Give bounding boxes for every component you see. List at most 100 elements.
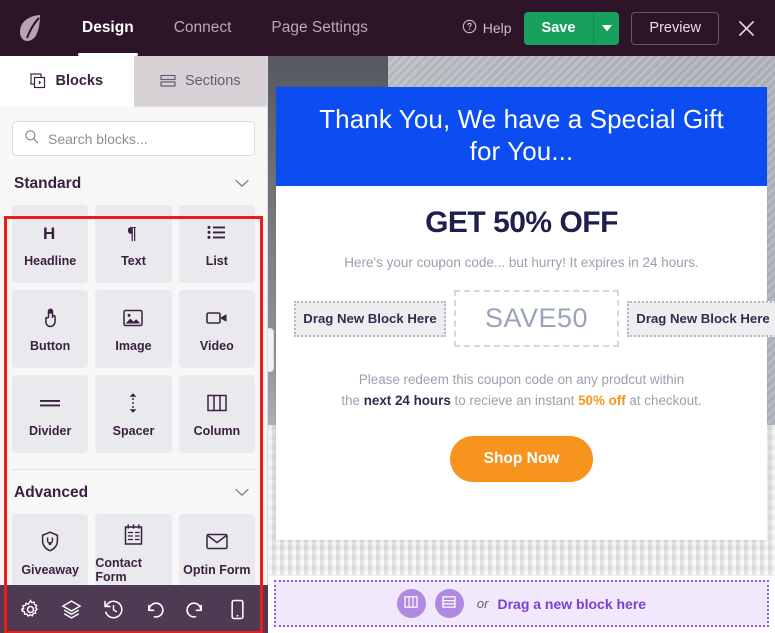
envelope-icon <box>206 530 228 554</box>
blocks-icon <box>30 73 46 89</box>
card-body: GET 50% OFF Here's your coupon code... b… <box>276 186 775 482</box>
redeem-line-2-post: at checkout. <box>625 393 702 409</box>
advanced-blocks-grid: Giveaway Contact Form Optin Form <box>0 514 267 592</box>
offer-title[interactable]: GET 50% OFF <box>294 206 749 240</box>
shop-now-button[interactable]: Shop Now <box>449 435 594 482</box>
block-tile-label: Headline <box>24 253 77 268</box>
save-button-group: Save <box>523 11 620 45</box>
panel-collapse-handle[interactable] <box>268 328 274 372</box>
blocks-list: Standard H Headline ¶ Text List Button I… <box>0 161 267 593</box>
chevron-down-icon <box>601 19 612 37</box>
nav-label: Page Settings <box>271 19 368 36</box>
redeem-line-1: Please redeem this coupon code on any pr… <box>358 372 685 388</box>
gear-icon[interactable] <box>20 598 41 620</box>
nav-label: Design <box>82 19 134 36</box>
block-tile-label: Column <box>193 423 241 438</box>
block-tile-column[interactable]: Column <box>178 375 255 453</box>
chevron-down-icon[interactable] <box>235 175 249 193</box>
footer-dropzone[interactable]: or Drag a new block here <box>274 580 769 627</box>
dropzone-label: Drag New Block Here <box>303 311 437 327</box>
tab-label: Blocks <box>55 73 104 89</box>
page-editor: Design Connect Page Settings Help Save P… <box>0 0 775 633</box>
add-section-button[interactable] <box>434 589 464 618</box>
redo-icon[interactable] <box>185 599 206 620</box>
giveaway-trophy-icon <box>40 530 60 554</box>
block-tile-button[interactable]: Button <box>12 290 89 368</box>
redeem-line-2-mid: to recieve an instant <box>450 393 579 409</box>
close-icon[interactable] <box>731 13 761 43</box>
block-tile-giveaway[interactable]: Giveaway <box>12 514 89 592</box>
top-bar-actions: Help Save Preview <box>462 11 775 45</box>
block-tile-video[interactable]: Video <box>178 290 255 368</box>
mobile-device-icon[interactable] <box>227 599 248 620</box>
redeem-bold: next 24 hours <box>363 393 451 409</box>
preview-button[interactable]: Preview <box>631 11 719 45</box>
help-label: Help <box>482 20 512 36</box>
block-tile-headline[interactable]: H Headline <box>12 205 89 283</box>
nav-item-page-settings[interactable]: Page Settings <box>251 0 388 56</box>
cta-row: Shop Now <box>294 435 749 482</box>
tab-blocks[interactable]: Blocks <box>0 56 134 107</box>
add-column-button[interactable] <box>396 589 426 618</box>
top-bar: Design Connect Page Settings Help Save P… <box>0 0 775 56</box>
block-tile-label: Image <box>115 338 152 353</box>
coupon-code: SAVE50 <box>484 303 589 334</box>
bottom-toolbar <box>0 585 268 633</box>
dropzone-right[interactable]: Drag New Block Here <box>627 300 775 337</box>
image-icon <box>123 306 144 330</box>
redeem-text[interactable]: Please redeem this coupon code on any pr… <box>294 370 749 412</box>
question-circle-icon <box>462 19 477 37</box>
main-nav: Design Connect Page Settings <box>62 0 388 56</box>
search-icon <box>24 129 39 149</box>
block-tile-label: Divider <box>28 423 72 438</box>
dropzone-left[interactable]: Drag New Block Here <box>294 300 446 337</box>
layers-icon[interactable] <box>61 599 83 620</box>
dropzone-label: Drag New Block Here <box>636 311 770 327</box>
block-tile-optin-form[interactable]: Optin Form <box>178 514 255 592</box>
footer-dropzone-wrap: or Drag a new block here <box>268 575 775 633</box>
search-area <box>0 107 267 165</box>
save-label: Save <box>541 20 576 36</box>
panel-tabs: Blocks Sections <box>0 56 267 107</box>
help-button[interactable]: Help <box>462 19 512 37</box>
nav-item-connect[interactable]: Connect <box>154 0 252 56</box>
divider-lines-icon <box>39 391 61 415</box>
block-tile-divider[interactable]: Divider <box>12 375 89 453</box>
chevron-down-icon[interactable] <box>235 484 249 502</box>
block-tile-list[interactable]: List <box>178 205 255 283</box>
leaf-logo-icon[interactable] <box>0 13 62 43</box>
card-header[interactable]: Thank You, We have a Special Gift for Yo… <box>276 87 767 187</box>
redeem-line-2-pre: the <box>341 393 364 409</box>
columns-icon <box>207 391 227 415</box>
card-header-title: Thank You, We have a Special Gift for Yo… <box>319 104 724 166</box>
search-input[interactable] <box>48 130 243 147</box>
history-clock-icon[interactable] <box>103 599 124 620</box>
paragraph-pilcrow-icon: ¶ <box>124 221 143 245</box>
block-tile-text[interactable]: ¶ Text <box>95 205 172 283</box>
save-button[interactable]: Save <box>523 11 594 45</box>
save-dropdown-button[interactable] <box>593 11 620 45</box>
chevron-left-icon <box>268 341 269 359</box>
search-box[interactable] <box>12 121 255 156</box>
block-tile-contact-form[interactable]: Contact Form <box>95 514 172 592</box>
group-header-standard[interactable]: Standard <box>0 161 267 205</box>
nav-item-design[interactable]: Design <box>62 0 154 56</box>
svg-text:H: H <box>43 224 55 243</box>
block-tile-image[interactable]: Image <box>95 290 172 368</box>
footer-dropzone-label: Drag a new block here <box>497 595 647 612</box>
coupon-row: Drag New Block Here SAVE50 Drag New Bloc… <box>294 290 775 348</box>
click-hand-icon <box>41 306 60 330</box>
contact-form-icon <box>124 523 143 547</box>
offer-subtext[interactable]: Here's your coupon code... but hurry! It… <box>294 255 749 270</box>
block-tile-label: Button <box>30 338 71 353</box>
group-header-advanced[interactable]: Advanced <box>0 470 267 514</box>
page-canvas: Thank You, We have a Special Gift for Yo… <box>268 56 775 633</box>
spacer-arrows-icon <box>126 391 140 415</box>
tab-sections[interactable]: Sections <box>133 56 267 107</box>
list-bullet-icon <box>207 221 226 245</box>
undo-icon[interactable] <box>144 599 165 620</box>
coupon-block[interactable]: SAVE50 <box>454 290 619 348</box>
video-camera-icon <box>206 306 228 330</box>
block-tile-spacer[interactable]: Spacer <box>95 375 172 453</box>
group-title: Advanced <box>14 484 89 501</box>
